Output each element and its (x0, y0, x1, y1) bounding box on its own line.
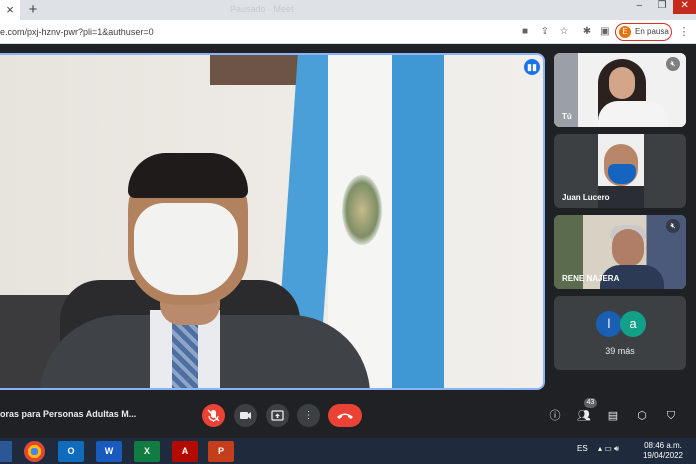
more-vert-icon: ⋮ (303, 410, 314, 421)
more-options-button[interactable]: ⋮ (297, 404, 320, 427)
extensions-icon[interactable]: ✱ (580, 24, 594, 40)
browser-menu-icon[interactable]: ⋮ (677, 24, 691, 40)
speaking-indicator-icon: ▮▮ (524, 59, 540, 75)
profile-avatar: E (619, 26, 631, 38)
people-icon[interactable]: 👥︎ (575, 407, 593, 425)
present-screen-button[interactable] (266, 404, 289, 427)
hang-up-icon (337, 413, 353, 419)
minimize-button[interactable]: – (628, 0, 651, 14)
participant-tile-rene-najera[interactable]: 🔇︎ RENE NAJERA (554, 215, 686, 289)
more-participants-label: 39 más (605, 346, 635, 356)
camera-in-use-icon[interactable]: ■ (518, 24, 532, 40)
camera-toggle-button[interactable] (234, 404, 257, 427)
participant-name: RENE NAJERA (562, 274, 620, 283)
participant-name: Juan Lucero (562, 193, 610, 202)
participant-face (609, 67, 635, 99)
avatar: a (620, 311, 646, 337)
bookmark-star-icon[interactable]: ☆ (557, 24, 571, 40)
system-tray-icons[interactable]: ▴ ▭ 🔊︎ (598, 444, 638, 454)
avatar: l (596, 311, 622, 337)
participant-tile-self[interactable]: 🔇︎ Tú (554, 53, 686, 127)
pause-label: En pausa (635, 27, 669, 36)
participant-body (598, 101, 668, 127)
speaker-tie (172, 317, 198, 388)
people-count-badge: 43 (584, 398, 597, 408)
acrobat-taskbar-icon[interactable]: A (172, 441, 198, 462)
taskbar-clock[interactable]: 08:46 a.m. 19/04/2022 (641, 441, 685, 461)
powerpoint-taskbar-icon[interactable]: P (208, 441, 234, 462)
taskbar-app-partial[interactable] (0, 441, 12, 462)
participant-name: Tú (562, 112, 572, 121)
mic-muted-icon: 🔇︎ (666, 57, 680, 71)
share-icon[interactable]: ⇪ (538, 24, 552, 40)
profile-paused-button[interactable]: E En pausa (615, 23, 672, 41)
activities-icon[interactable]: ⬡ (633, 407, 651, 425)
mic-off-icon (207, 409, 220, 422)
speaker-face-mask (134, 203, 238, 295)
address-bar[interactable]: e.com/pxj-hznv-pwr?pli=1&authuser=0 (0, 22, 510, 42)
side-panel-icon[interactable]: ▣ (598, 24, 612, 40)
host-controls-icon[interactable]: ⛉ (662, 407, 680, 425)
new-tab-button[interactable]: + (25, 2, 41, 18)
excel-taskbar-icon[interactable]: X (134, 441, 160, 462)
participant-face-mask (608, 164, 636, 184)
inactive-tab-title: Pausado · Meet (230, 4, 294, 14)
participant-tile-others[interactable]: l a 39 más (554, 296, 686, 370)
clock-time: 08:46 a.m. (644, 441, 682, 450)
browser-tab[interactable]: × (0, 0, 20, 20)
mic-muted-icon: 🔇︎ (666, 219, 680, 233)
participant-tile-juan-lucero[interactable]: Juan Lucero (554, 134, 686, 208)
close-tab-icon[interactable]: × (3, 2, 17, 18)
word-taskbar-icon[interactable]: W (96, 441, 122, 462)
close-window-button[interactable]: ✕ (673, 0, 696, 14)
maximize-button[interactable]: ❐ (651, 0, 674, 14)
input-language[interactable]: ES (577, 444, 595, 453)
microphone-toggle-button[interactable] (202, 404, 225, 427)
outlook-taskbar-icon[interactable]: O (58, 441, 84, 462)
meeting-info-icon[interactable]: ⓘ (546, 407, 564, 425)
flag-emblem (342, 175, 382, 245)
meeting-title: oras para Personas Adultas M... (0, 409, 137, 419)
speaker-hair (128, 153, 248, 198)
camera-icon (240, 412, 251, 419)
present-icon (271, 410, 284, 421)
main-speaker-video[interactable]: ▮▮ (0, 53, 545, 390)
chat-icon[interactable]: ▤ (604, 407, 622, 425)
participant-face (612, 229, 644, 267)
window-controls: – ❐ ✕ (628, 0, 696, 14)
chrome-taskbar-icon[interactable] (24, 441, 45, 462)
clock-date: 19/04/2022 (642, 451, 684, 460)
leave-call-button[interactable] (328, 404, 362, 427)
flag-stripe-right (392, 55, 444, 388)
